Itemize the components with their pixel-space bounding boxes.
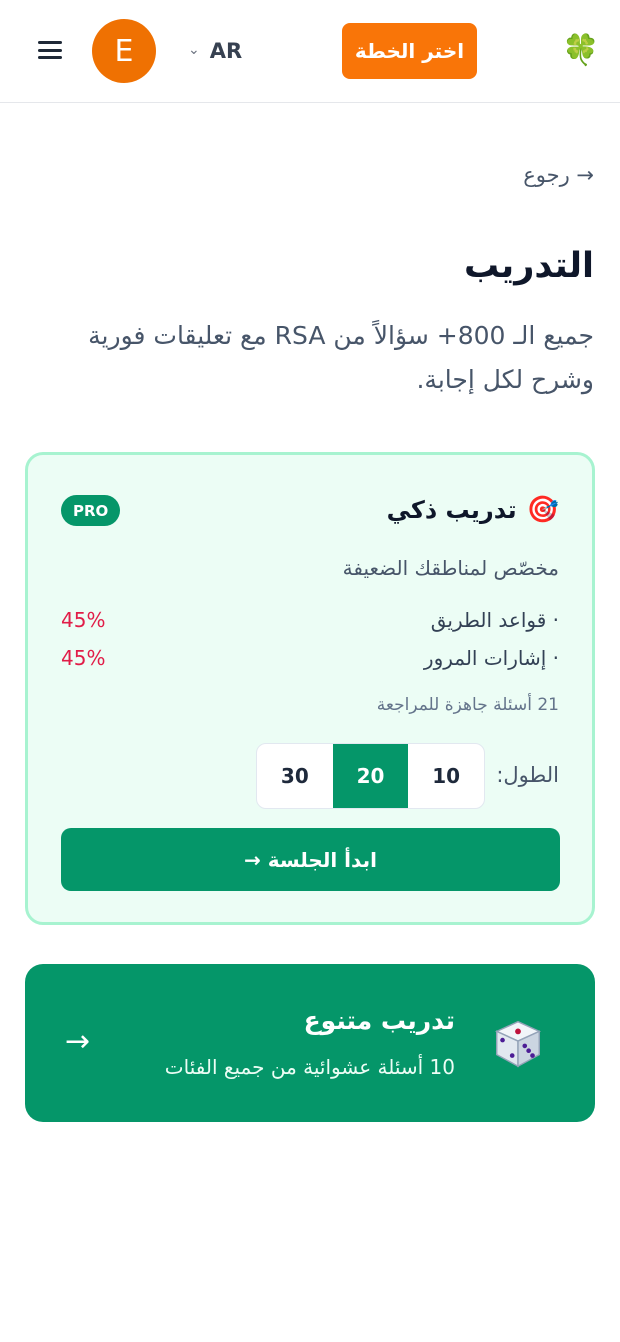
smart-practice-header: 🎯 تدريب ذكي [387,495,559,525]
length-label: الطول: [496,763,559,787]
chevron-down-icon: ⌄ [188,42,200,58]
arrow-right-icon: → [65,1024,91,1059]
mixed-practice-subtitle: 10 أسئلة عشوائية من جميع الفئات [164,1055,455,1079]
user-avatar[interactable]: E [92,19,156,83]
ready-questions-text: 21 أسئلة جاهزة للمراجعة [376,695,559,715]
weak-area-row: 45% · قواعد الطريق [61,605,559,635]
choose-plan-button[interactable]: اختر الخطة [342,23,477,79]
length-option-20[interactable]: 20 [332,744,409,808]
back-link[interactable]: → رجوع [523,163,594,187]
target-icon: 🎯 [526,495,559,525]
page-title: التدريب [464,246,594,286]
smart-practice-card: 🎯 تدريب ذكي PRO مخصّص لمناطقك الضعيفة 45… [25,452,595,925]
smart-practice-title: تدريب ذكي [386,496,517,524]
pro-badge: PRO [61,495,121,526]
start-session-button[interactable]: ابدأ الجلسة → [61,828,560,891]
dice-icon [494,1020,542,1068]
weak-area-percent: 45% [61,608,106,632]
weak-area-percent: 45% [61,646,106,670]
hamburger-menu-icon[interactable] [36,38,64,62]
weak-area-name: · قواعد الطريق [430,608,559,632]
length-option-10[interactable]: 10 [408,744,484,808]
clover-logo-icon[interactable]: 🍀 [562,34,599,68]
length-selector: 30 20 10 [256,743,485,809]
language-selector[interactable]: ⌄ AR [188,37,242,65]
mixed-practice-title: تدريب متنوع [303,1006,455,1035]
length-option-30[interactable]: 30 [257,744,333,808]
tailored-text: مخصّص لمناطقك الضعيفة [342,556,559,580]
top-header: E ⌄ AR اختر الخطة 🍀 [0,0,620,103]
weak-area-row: 45% · إشارات المرور [61,643,559,673]
mixed-practice-card[interactable]: تدريب متنوع 10 أسئلة عشوائية من جميع الف… [25,964,595,1122]
page-subtitle: جميع الـ 800+ سؤالاً من RSA مع تعليقات ف… [88,321,594,394]
weak-area-name: · إشارات المرور [423,646,559,670]
language-code: AR [209,39,243,63]
avatar-initial: E [114,33,134,69]
